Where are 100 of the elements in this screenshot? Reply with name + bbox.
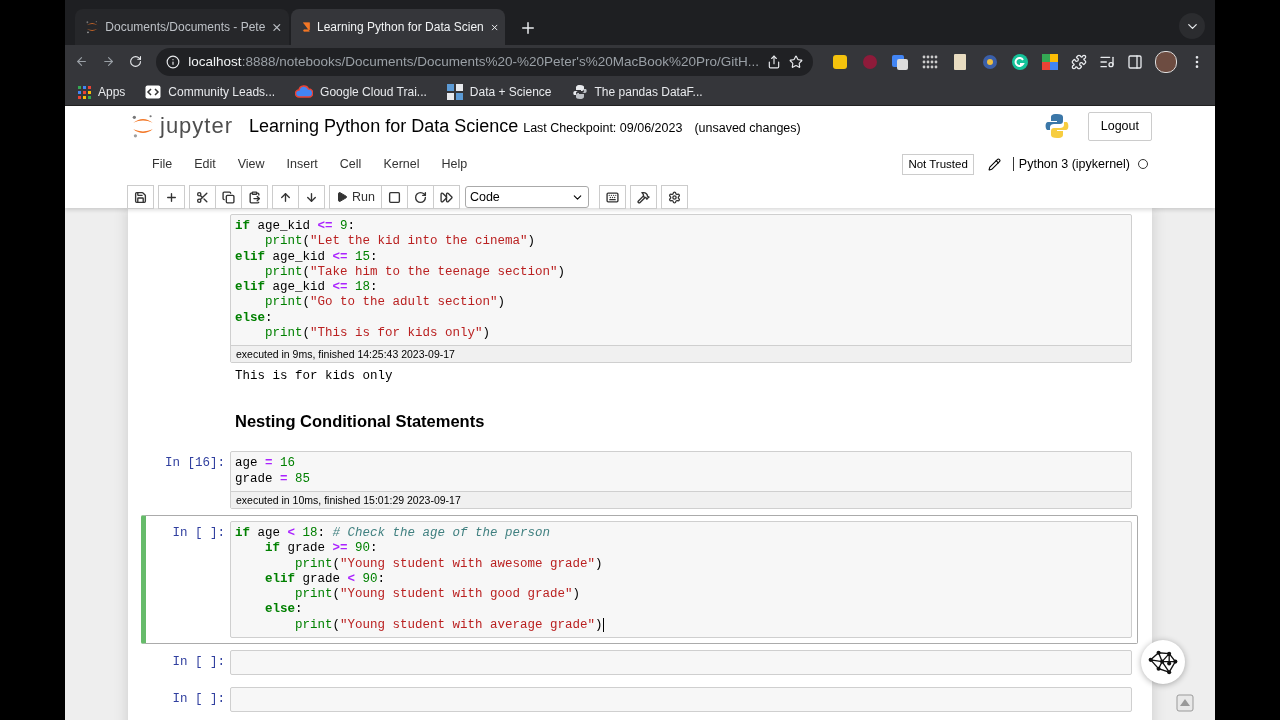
copy-icon <box>222 190 235 204</box>
code-editor[interactable] <box>230 214 1132 364</box>
play-icon <box>336 191 348 203</box>
menu-item[interactable]: View <box>226 157 276 171</box>
cell-output: This is for kids only <box>234 368 394 386</box>
code-line: if grade >= 90: <box>264 541 379 557</box>
note-icon[interactable] <box>951 52 969 71</box>
side-panel-icon[interactable] <box>1127 53 1143 70</box>
code-line: print("Go to the adult section") <box>264 295 507 311</box>
back-icon[interactable] <box>75 54 89 69</box>
input-prompt: In [ ]: <box>171 524 226 542</box>
code-line: print("Let the kid into the cinema") <box>264 234 537 250</box>
trust-button[interactable]: Not Trusted <box>902 153 974 175</box>
floppy-icon <box>134 190 147 204</box>
kernel-name[interactable]: Python 3 (ipykernel) <box>1012 157 1130 171</box>
shortcuts-button[interactable] <box>598 185 626 209</box>
code-line: age = 16 <box>235 456 297 472</box>
settings-icon <box>667 190 681 204</box>
restart-icon <box>413 190 427 204</box>
profile-avatar[interactable] <box>1155 50 1177 73</box>
browser-tab[interactable]: Learning Python for Data Scien <box>291 9 505 45</box>
input-prompt: In [ ]: <box>171 654 226 672</box>
copy-button[interactable] <box>215 185 242 209</box>
code-line: elif age_kid <= 15: <box>235 249 379 265</box>
colorful-grid-icon[interactable] <box>1041 52 1059 71</box>
code-line: print("This is for kids only") <box>264 326 492 342</box>
python-logo-icon <box>1043 113 1070 139</box>
notebook-title[interactable]: Learning Python for Data Science <box>249 115 519 137</box>
fast-forward-icon <box>439 190 453 204</box>
run-button[interactable]: Run <box>329 185 382 209</box>
menu-item[interactable]: Insert <box>275 157 329 171</box>
menu-item[interactable]: File <box>141 157 184 171</box>
code-page-icon <box>145 84 162 99</box>
pencil-icon[interactable] <box>987 157 1001 171</box>
cell-type-select[interactable]: Code <box>464 186 589 208</box>
save-button[interactable] <box>127 185 154 209</box>
code-editor[interactable]: age = 16 grade = 85 executed in 10ms, finished 15:01:29 2023-09-17 <box>230 451 1132 509</box>
scissors-icon <box>196 190 209 204</box>
graph-button[interactable] <box>1141 640 1185 684</box>
code-line: print("Young student with awesome grade") <box>294 556 604 572</box>
code-cell[interactable] <box>141 514 1138 645</box>
tab-search-button[interactable] <box>1179 13 1205 39</box>
share-icon[interactable] <box>767 54 781 69</box>
puzzle-icon[interactable] <box>1071 53 1087 70</box>
stop-button[interactable] <box>380 185 408 209</box>
move-down-button[interactable] <box>298 185 325 209</box>
hammer-icon <box>636 190 650 204</box>
move-up-button[interactable] <box>272 185 299 209</box>
code-line: print("Young student with good grade") <box>295 587 582 603</box>
forward-icon[interactable] <box>102 54 116 69</box>
input-prompt: In [ ]: <box>171 691 226 709</box>
network-icon <box>1148 648 1178 676</box>
bookmark-link[interactable]: Data + Science <box>469 84 552 99</box>
code-line: elif grade < 90: <box>264 571 387 588</box>
bookmark-link[interactable]: Apps <box>98 84 126 99</box>
browser-tab[interactable]: Documents/Documents - Pete <box>75 9 289 45</box>
code-line: elif age_kid <= 18: <box>235 280 379 296</box>
code-editor[interactable] <box>230 520 1132 639</box>
run-all-button[interactable] <box>432 185 460 209</box>
keyboard-icon <box>605 190 619 204</box>
checkpoint-text: Last Checkpoint: 09/06/2023 <box>523 121 683 135</box>
execution-time: executed in 10ms, finished 15:01:29 2023-09-17 <box>231 490 1131 508</box>
jupyter-logo-text[interactable]: jupyter <box>160 113 234 139</box>
restart-button[interactable] <box>406 185 434 209</box>
cut-button[interactable] <box>189 185 216 209</box>
text-cursor <box>602 617 604 632</box>
bookmark-link[interactable]: Google Cloud Trai... <box>320 84 427 99</box>
jupyter-logo-icon <box>85 19 100 35</box>
clipboard-icon <box>248 190 261 204</box>
bookmark-link[interactable]: Community Leads... <box>168 84 276 99</box>
menu-item[interactable]: Help <box>430 157 479 171</box>
bulb-icon[interactable] <box>831 52 849 71</box>
save-status: (unsaved changes) <box>694 121 801 135</box>
new-tab-icon[interactable] <box>519 19 537 37</box>
reload-icon[interactable] <box>129 54 143 69</box>
info-icon <box>166 54 181 69</box>
plus-icon <box>165 190 178 204</box>
star-icon[interactable] <box>789 54 803 69</box>
arrow-down-icon <box>305 190 318 204</box>
stop-icon <box>387 190 401 204</box>
menu-item[interactable]: Kernel <box>372 157 431 171</box>
code-line: print("Take him to the teenage section") <box>264 264 567 281</box>
section-heading: Nesting Conditional Statements <box>234 411 486 433</box>
code-line: else: <box>235 310 274 327</box>
code-line: print("Young student with average grade") <box>294 617 605 634</box>
tools-button[interactable] <box>629 185 657 209</box>
menu-item[interactable]: Edit <box>183 157 227 171</box>
address-bar[interactable]: localhost:8888/notebooks/Documents/Documents%20-%20Peter's%20MacBook%20Pro/GitH... <box>156 47 813 76</box>
menu-item[interactable]: Cell <box>328 157 373 171</box>
insert-cell-button[interactable] <box>158 185 185 209</box>
input-prompt: In [16]: <box>164 455 226 473</box>
bookmark-link[interactable]: The pandas DataF... <box>594 84 703 99</box>
snake-logo-icon <box>571 83 588 100</box>
code-line: grade = 85 <box>235 471 312 487</box>
settings-button[interactable] <box>660 185 688 209</box>
book-icon <box>301 20 311 34</box>
logout-button[interactable]: Logout <box>1087 111 1152 141</box>
arrow-up-icon <box>279 190 292 204</box>
paste-button[interactable] <box>241 185 268 209</box>
badge-icon[interactable] <box>981 52 999 71</box>
